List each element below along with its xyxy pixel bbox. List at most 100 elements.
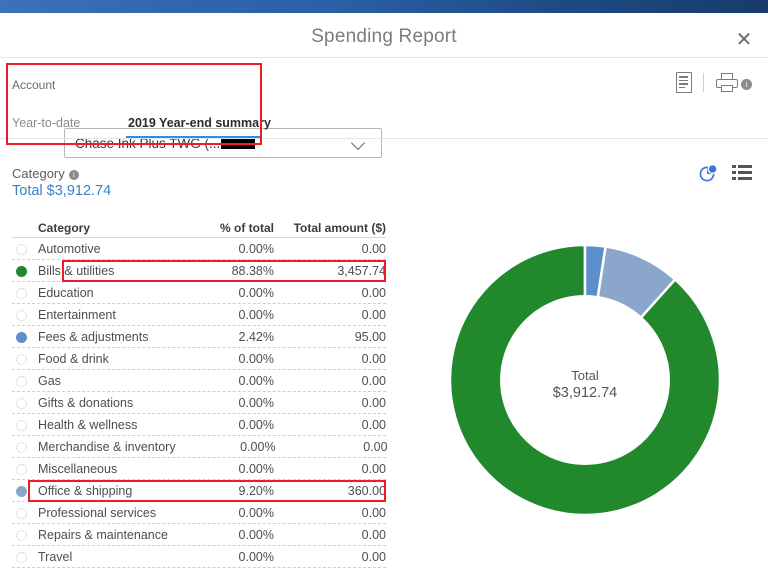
empty-dot-icon <box>16 287 27 299</box>
category-color-swatch <box>12 260 38 282</box>
category-amount: 0.00 <box>361 241 386 256</box>
table-row[interactable]: Travel 0.00% 0.00 <box>12 546 386 568</box>
close-icon[interactable]: ✕ <box>730 26 758 54</box>
tabs-divider <box>0 138 768 139</box>
info-icon[interactable]: i <box>741 79 752 90</box>
category-color-swatch <box>12 458 38 480</box>
category-color-swatch <box>12 414 38 436</box>
category-header-label: Category <box>12 166 65 181</box>
category-percent: 9.20% <box>238 483 274 498</box>
category-percent: 88.38% <box>231 263 274 278</box>
empty-dot-icon <box>16 243 27 255</box>
category-percent: 0.00% <box>238 505 274 520</box>
column-header-amount: Total amount ($) <box>293 220 386 235</box>
category-amount: 0.00 <box>363 439 388 454</box>
table-row[interactable]: Health & wellness 0.00% 0.00 <box>12 414 386 436</box>
color-dot-icon <box>16 331 27 343</box>
spending-donut-chart: Total $3,912.74 <box>430 225 740 545</box>
table-row[interactable]: Food & drink 0.00% 0.00 <box>12 348 386 370</box>
category-percent: 0.00% <box>238 395 274 410</box>
category-name: Bills & utilities <box>38 263 115 278</box>
info-icon[interactable]: i <box>68 170 79 180</box>
category-color-swatch <box>12 238 38 260</box>
table-row[interactable]: Education 0.00% 0.00 <box>12 282 386 304</box>
pie-chart-icon[interactable] <box>699 163 718 182</box>
document-report-icon[interactable] <box>676 72 692 93</box>
category-color-swatch <box>12 436 38 458</box>
donut-center-value: $3,912.74 <box>552 385 618 401</box>
app-accent-bar <box>0 0 768 13</box>
category-color-swatch <box>12 348 38 370</box>
category-name: Health & wellness <box>38 417 138 432</box>
empty-dot-icon <box>16 441 27 453</box>
category-color-swatch <box>12 480 38 502</box>
table-row[interactable]: Gas 0.00% 0.00 <box>12 370 386 392</box>
printer-icon[interactable] <box>716 73 738 93</box>
header-dot-spacer <box>12 217 38 239</box>
empty-dot-icon <box>16 353 27 365</box>
category-color-swatch <box>12 392 38 414</box>
category-table: Category % of total Total amount ($) Aut… <box>12 217 388 568</box>
table-row[interactable]: Fees & adjustments 2.42% 95.00 <box>12 326 386 348</box>
page-title: Spending Report <box>311 26 457 47</box>
category-name: Education <box>38 285 94 300</box>
category-amount: 0.00 <box>361 351 386 366</box>
category-amount: 3,457.74 <box>337 263 386 278</box>
window-titlebar: Spending Report ✕ <box>0 13 768 58</box>
table-row[interactable]: Merchandise & inventory 0.00% 0.00 <box>12 436 388 458</box>
category-name: Miscellaneous <box>38 461 118 476</box>
table-row[interactable]: Gifts & donations 0.00% 0.00 <box>12 392 386 414</box>
category-name: Food & drink <box>38 351 109 366</box>
category-amount: 0.00 <box>361 395 386 410</box>
category-amount: 0.00 <box>361 505 386 520</box>
table-row[interactable]: Miscellaneous 0.00% 0.00 <box>12 458 386 480</box>
empty-dot-icon <box>16 463 27 475</box>
category-name: Automotive <box>38 241 101 256</box>
table-row[interactable]: Office & shipping 9.20% 360.00 <box>12 480 386 502</box>
category-name: Fees & adjustments <box>38 329 149 344</box>
column-header-category: Category <box>38 220 91 235</box>
category-amount: 0.00 <box>361 307 386 322</box>
category-percent: 0.00% <box>238 285 274 300</box>
category-percent: 0.00% <box>240 439 276 454</box>
table-row[interactable]: Bills & utilities 88.38% 3,457.74 <box>12 260 386 282</box>
category-name: Gifts & donations <box>38 395 134 410</box>
category-name: Office & shipping <box>38 483 133 498</box>
category-amount: 0.00 <box>361 373 386 388</box>
category-percent: 0.00% <box>238 549 274 564</box>
column-header-percent: % of total <box>220 220 274 235</box>
empty-dot-icon <box>16 507 27 519</box>
category-amount: 0.00 <box>361 549 386 564</box>
donut-center-label: Total <box>571 368 599 383</box>
category-percent: 0.00% <box>238 351 274 366</box>
color-dot-icon <box>16 485 27 497</box>
category-name: Merchandise & inventory <box>38 439 176 454</box>
tab-year-end-summary[interactable]: 2019 Year-end summary <box>128 116 271 130</box>
category-amount: 360.00 <box>347 483 386 498</box>
category-percent: 0.00% <box>238 461 274 476</box>
category-amount: 0.00 <box>361 417 386 432</box>
table-row[interactable]: Entertainment 0.00% 0.00 <box>12 304 386 326</box>
category-color-swatch <box>12 282 38 304</box>
empty-dot-icon <box>16 397 27 409</box>
category-name: Repairs & maintenance <box>38 527 168 542</box>
category-color-swatch <box>12 370 38 392</box>
category-name: Travel <box>38 549 73 564</box>
category-percent: 0.00% <box>238 417 274 432</box>
category-name: Professional services <box>38 505 157 520</box>
list-view-icon[interactable] <box>732 165 752 180</box>
empty-dot-icon <box>16 551 27 563</box>
table-row[interactable]: Professional services 0.00% 0.00 <box>12 502 386 524</box>
category-percent: 0.00% <box>238 307 274 322</box>
category-percent: 0.00% <box>238 373 274 388</box>
category-amount: 0.00 <box>361 285 386 300</box>
account-label: Account <box>12 78 56 92</box>
table-row[interactable]: Automotive 0.00% 0.00 <box>12 238 386 260</box>
tab-year-to-date[interactable]: Year-to-date <box>12 116 80 130</box>
table-row[interactable]: Repairs & maintenance 0.00% 0.00 <box>12 524 386 546</box>
category-amount: 95.00 <box>354 329 386 344</box>
category-color-swatch <box>12 524 38 546</box>
category-name: Gas <box>38 373 61 388</box>
category-name: Entertainment <box>38 307 116 322</box>
color-dot-icon <box>16 265 27 277</box>
